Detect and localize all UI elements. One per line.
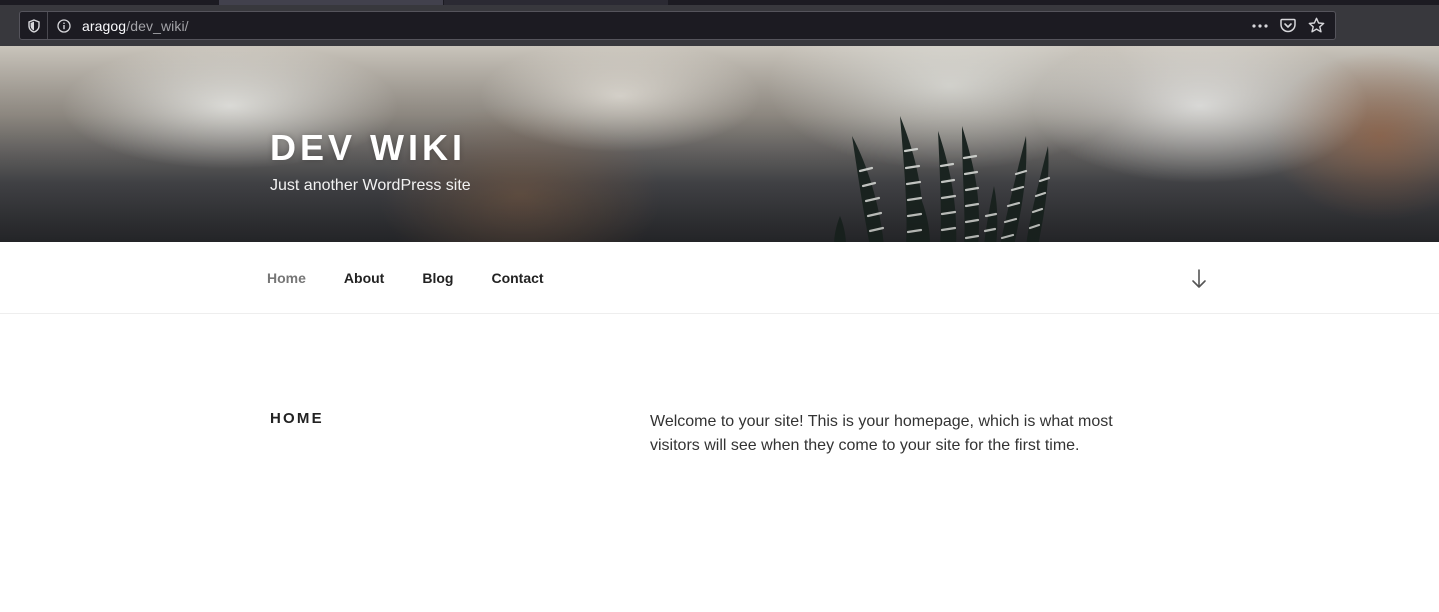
url-host: aragog [82, 17, 127, 34]
page-body: Welcome to your site! This is your homep… [650, 413, 1113, 454]
url-path: /dev_wiki/ [126, 17, 189, 34]
url-text[interactable]: aragog/dev_wiki/ [82, 18, 189, 34]
browser-toolbar: aragog/dev_wiki/ [0, 0, 1439, 46]
arrow-down-icon[interactable] [1188, 268, 1210, 290]
tab-active[interactable] [219, 0, 443, 5]
address-bar[interactable]: aragog/dev_wiki/ [19, 11, 1336, 40]
site-tagline: Just another WordPress site [270, 177, 471, 194]
nav-item-contact[interactable]: Contact [491, 270, 543, 286]
page-title: HOME [270, 410, 324, 427]
nav-item-home[interactable]: Home [267, 270, 306, 286]
tab-inactive[interactable] [444, 0, 668, 5]
nav-menu: Home About Blog Contact [267, 242, 582, 314]
shield-icon[interactable] [20, 12, 48, 39]
info-icon[interactable] [52, 12, 76, 39]
header-overlay [0, 46, 1439, 242]
site-branding: DEV WIKI Just another WordPress site [270, 126, 471, 196]
nav-item-about[interactable]: About [344, 270, 384, 286]
address-bar-actions [1251, 12, 1335, 39]
nav-item-blog[interactable]: Blog [422, 270, 453, 286]
site-header: DEV WIKI Just another WordPress site [0, 46, 1439, 242]
tab-strip [0, 0, 1439, 5]
more-dots-icon[interactable] [1251, 17, 1269, 35]
main-navigation: Home About Blog Contact [0, 242, 1439, 314]
pocket-icon[interactable] [1279, 17, 1297, 35]
site-title[interactable]: DEV WIKI [270, 126, 471, 170]
star-icon[interactable] [1307, 17, 1325, 35]
